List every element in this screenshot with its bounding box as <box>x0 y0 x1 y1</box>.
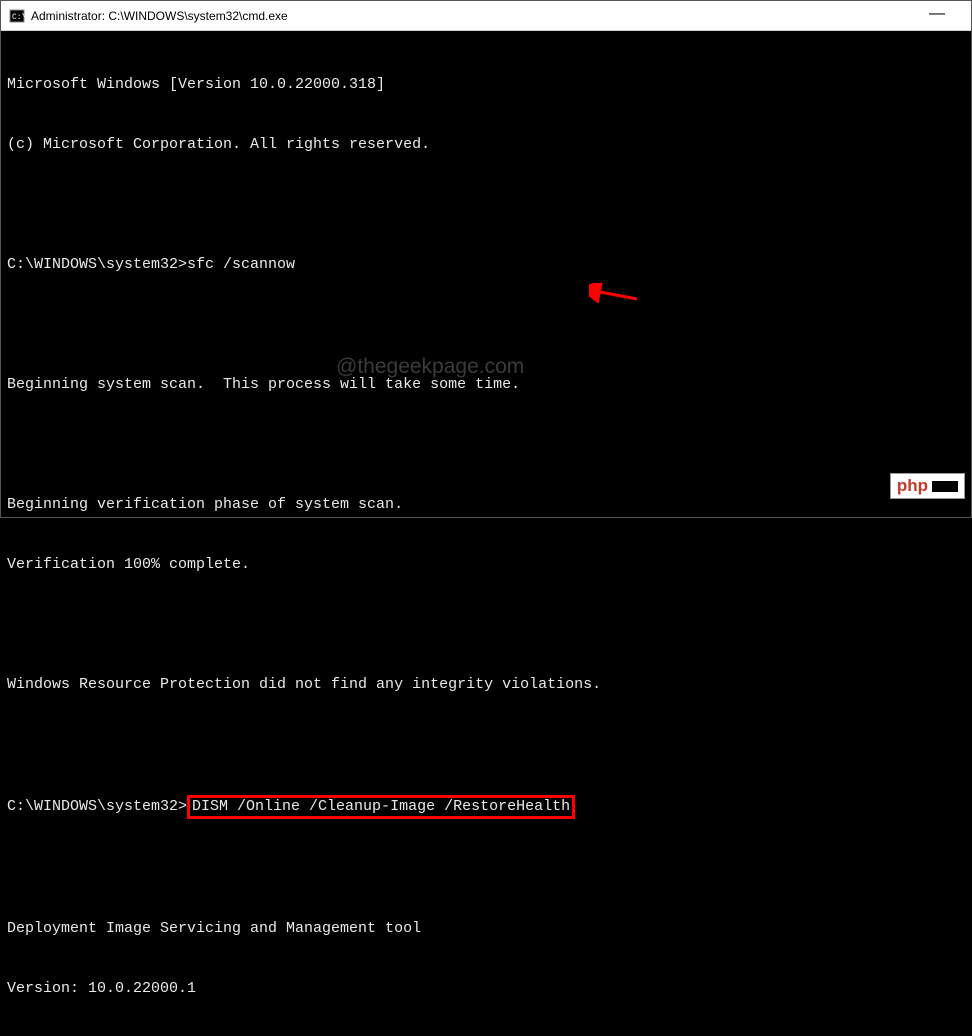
prompt-line: C:\WINDOWS\system32>sfc /scannow <box>7 255 965 275</box>
annotation-arrow-icon <box>589 283 639 303</box>
window-title: Administrator: C:\WINDOWS\system32\cmd.e… <box>31 9 288 23</box>
output-line <box>7 859 965 879</box>
terminal-output[interactable]: Microsoft Windows [Version 10.0.22000.31… <box>1 31 971 1036</box>
output-line: (c) Microsoft Corporation. All rights re… <box>7 135 965 155</box>
minimize-button[interactable]: — <box>921 5 953 23</box>
output-line: Version: 10.0.22000.1 <box>7 979 965 999</box>
prompt: C:\WINDOWS\system32> <box>7 798 187 815</box>
output-line: Windows Resource Protection did not find… <box>7 675 965 695</box>
output-line: Beginning system scan. This process will… <box>7 375 965 395</box>
command-text: sfc /scannow <box>187 256 295 273</box>
window-titlebar: C:\ Administrator: C:\WINDOWS\system32\c… <box>1 1 971 31</box>
badge-block-icon <box>932 481 958 492</box>
highlighted-command: DISM /Online /Cleanup-Image /RestoreHeal… <box>187 795 575 819</box>
source-badge: php <box>890 473 965 499</box>
output-line: Beginning verification phase of system s… <box>7 495 965 515</box>
output-line <box>7 735 965 755</box>
output-line: Verification 100% complete. <box>7 555 965 575</box>
output-line: Microsoft Windows [Version 10.0.22000.31… <box>7 75 965 95</box>
badge-label: php <box>897 476 928 496</box>
svg-text:C:\: C:\ <box>12 13 25 22</box>
cmd-icon: C:\ <box>9 8 25 24</box>
output-line: Deployment Image Servicing and Managemen… <box>7 919 965 939</box>
prompt: C:\WINDOWS\system32> <box>7 256 187 273</box>
output-line <box>7 195 965 215</box>
output-line <box>7 315 965 335</box>
prompt-line-highlighted: C:\WINDOWS\system32>DISM /Online /Cleanu… <box>7 795 965 819</box>
output-line <box>7 615 965 635</box>
output-line <box>7 435 965 455</box>
